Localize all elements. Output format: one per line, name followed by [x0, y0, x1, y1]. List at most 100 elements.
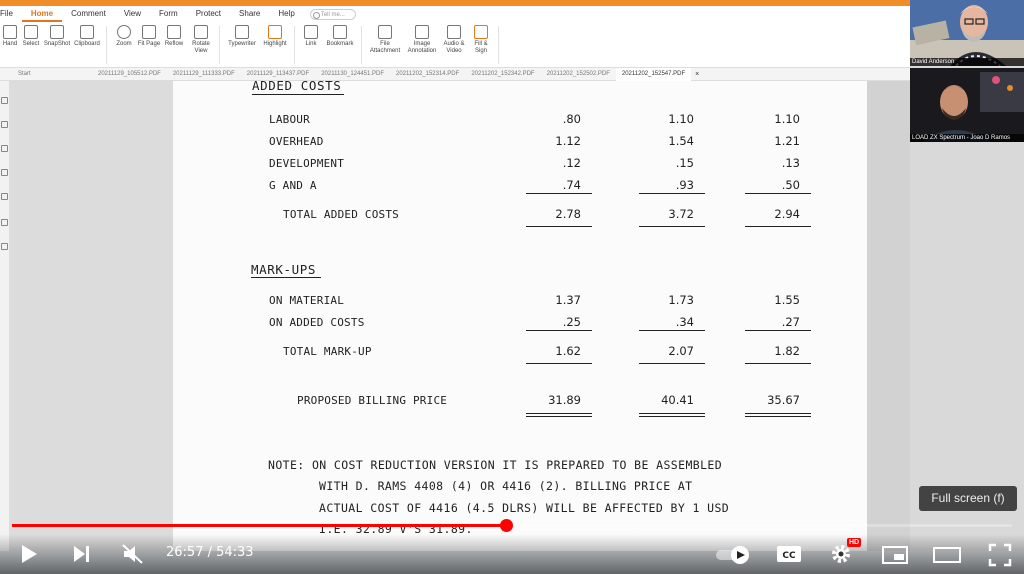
- snapshot-icon: [50, 25, 64, 39]
- tool-label: Bookmark: [326, 41, 354, 47]
- fit-page-icon: [142, 25, 156, 39]
- tool-label: SnapShot: [43, 41, 71, 47]
- close-tab-icon[interactable]: ×: [691, 68, 703, 81]
- autoplay-toggle-icon[interactable]: [715, 545, 753, 565]
- menu-form[interactable]: Form: [150, 6, 187, 22]
- menu-help[interactable]: Help: [269, 6, 303, 22]
- document-tab[interactable]: 20211129_105512.PDF: [92, 68, 167, 81]
- reflow-tool-button[interactable]: Reflow: [161, 22, 187, 68]
- select-icon: [24, 25, 38, 39]
- row-label: G AND A: [269, 179, 317, 192]
- link-tool-button[interactable]: Link: [299, 22, 323, 68]
- zoom-icon: [117, 25, 131, 39]
- hand-tool-button[interactable]: Hand: [0, 22, 20, 68]
- cell-value: 2.94: [774, 207, 800, 221]
- bookmark-icon: [333, 25, 347, 39]
- cell-value: .12: [562, 156, 581, 170]
- document-tab[interactable]: 20211202_152547.PDF: [615, 67, 692, 81]
- menu-comment[interactable]: Comment: [62, 6, 115, 22]
- progress-scrubber[interactable]: [500, 519, 513, 532]
- hand-icon: [3, 25, 17, 39]
- miniplayer-icon[interactable]: [881, 545, 909, 565]
- audio-video-tool-button[interactable]: Audio & Video: [440, 22, 468, 68]
- underline: [745, 226, 811, 227]
- link-icon: [304, 25, 318, 39]
- menu-home[interactable]: Home: [21, 6, 63, 22]
- ribbon-toolbar: Hand Select SnapShot Clipboard Zoom Fit Page R…: [0, 22, 910, 68]
- underline: [526, 330, 592, 331]
- tool-label: Rotate View: [192, 41, 210, 54]
- video-frame[interactable]: File Home Comment View Form Protect Share Help T…: [0, 0, 1024, 574]
- pdf-page: ADDED COSTS LABOUR .80 1.10 1.10 OVERHEAD 1.1…: [173, 78, 877, 551]
- cell-value: 1.82: [774, 344, 800, 358]
- security-panel-icon[interactable]: [1, 219, 8, 226]
- double-underline: [526, 413, 592, 417]
- menu-view[interactable]: View: [115, 6, 150, 22]
- row-label: TOTAL MARK-UP: [283, 345, 372, 358]
- mute-icon[interactable]: [121, 543, 145, 565]
- next-video-icon[interactable]: [71, 544, 93, 564]
- document-tab[interactable]: 20211202_152342.PDF: [465, 68, 540, 81]
- document-tab[interactable]: 20211202_152502.PDF: [541, 68, 616, 81]
- cell-value: .13: [781, 156, 800, 170]
- double-underline: [639, 413, 705, 417]
- highlight-tool-button[interactable]: Highlight: [260, 22, 290, 68]
- webcam-label: David Anderson: [910, 58, 1024, 66]
- layers-panel-icon[interactable]: [1, 169, 8, 176]
- snapshot-tool-button[interactable]: SnapShot: [42, 22, 72, 68]
- page-thumbnails-icon[interactable]: [1, 121, 8, 128]
- row-label: OVERHEAD: [269, 135, 324, 148]
- bookmark-tool-button[interactable]: Bookmark: [323, 22, 357, 68]
- play-icon[interactable]: [18, 543, 40, 565]
- menu-share[interactable]: Share: [230, 6, 269, 22]
- fullscreen-icon[interactable]: [988, 543, 1012, 567]
- tool-label: Audio & Video: [443, 41, 465, 54]
- cell-value: .50: [781, 178, 800, 192]
- ribbon-separator: [106, 26, 107, 64]
- theater-mode-icon[interactable]: [932, 545, 962, 565]
- image-annotation-tool-button[interactable]: Image Annotation: [404, 22, 440, 68]
- menu-bar: File Home Comment View Form Protect Share Help T…: [0, 6, 910, 22]
- tool-label: Image Annotation: [407, 41, 437, 54]
- document-viewport[interactable]: ADDED COSTS LABOUR .80 1.10 1.10 OVERHEAD 1.1…: [10, 78, 910, 551]
- cell-value: 1.54: [668, 134, 694, 148]
- bookmark-panel-icon[interactable]: [1, 97, 8, 104]
- document-tab[interactable]: 20211202_152314.PDF: [390, 68, 465, 81]
- ribbon-separator: [498, 26, 499, 64]
- select-tool-button[interactable]: Select: [20, 22, 42, 68]
- progress-played: [12, 524, 506, 527]
- cell-value: 40.41: [661, 393, 694, 407]
- progress-bar[interactable]: [12, 519, 1012, 532]
- typewriter-tool-button[interactable]: Typewriter: [224, 22, 260, 68]
- tell-me-search-input[interactable]: Tell me...: [309, 8, 356, 20]
- row-label: DEVELOPMENT: [269, 157, 345, 170]
- tool-label: File Attachment: [369, 41, 401, 54]
- attachments-panel-icon[interactable]: [1, 193, 8, 200]
- fit-page-tool-button[interactable]: Fit Page: [137, 22, 161, 68]
- clipboard-tool-button[interactable]: Clipboard: [72, 22, 102, 68]
- tool-label: Clipboard: [74, 41, 100, 47]
- signature-panel-icon[interactable]: [1, 243, 8, 250]
- file-attachment-tool-button[interactable]: File Attachment: [366, 22, 404, 68]
- zoom-tool-button[interactable]: Zoom: [111, 22, 137, 68]
- document-tab-strip: Start 20211129_105512.PDF 20211129_111333.…: [0, 67, 910, 81]
- cell-value: 2.78: [555, 207, 581, 221]
- added-costs-heading: ADDED COSTS: [252, 78, 342, 93]
- cell-value: .34: [675, 315, 694, 329]
- cell-value: 3.72: [668, 207, 694, 221]
- webcam-label: LOAD ZX Spectrum - Joao D Ramos: [910, 134, 1024, 142]
- start-tab[interactable]: Start: [0, 68, 92, 81]
- underline: [526, 193, 592, 194]
- menu-file[interactable]: File: [0, 6, 22, 22]
- cell-value: .93: [675, 178, 694, 192]
- tool-label: Zoom: [116, 41, 132, 47]
- menu-protect[interactable]: Protect: [187, 6, 230, 22]
- row-label: LABOUR: [269, 113, 310, 126]
- comments-panel-icon[interactable]: [1, 145, 8, 152]
- document-tab[interactable]: 20211129_111333.PDF: [167, 68, 241, 81]
- fill-sign-tool-button[interactable]: Fill & Sign: [468, 22, 494, 68]
- rotate-view-tool-button[interactable]: Rotate View: [187, 22, 215, 68]
- captions-icon[interactable]: CC: [776, 545, 802, 563]
- reflow-icon: [167, 25, 181, 39]
- cell-value: 1.37: [555, 293, 581, 307]
